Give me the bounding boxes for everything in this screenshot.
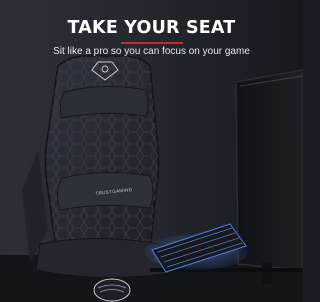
hero-subtitle: Sit like a pro so you can focus on your … [53,46,250,57]
monitor [235,69,303,271]
hero-title: TAKE YOUR SEAT [67,18,236,38]
monitor-stand [262,262,272,284]
mouse [93,278,131,302]
title-accent-line [121,42,183,44]
chair-head-pillow [59,85,149,119]
hero-banner: TAKE YOUR SEAT Sit like a pro so you can… [0,0,303,302]
